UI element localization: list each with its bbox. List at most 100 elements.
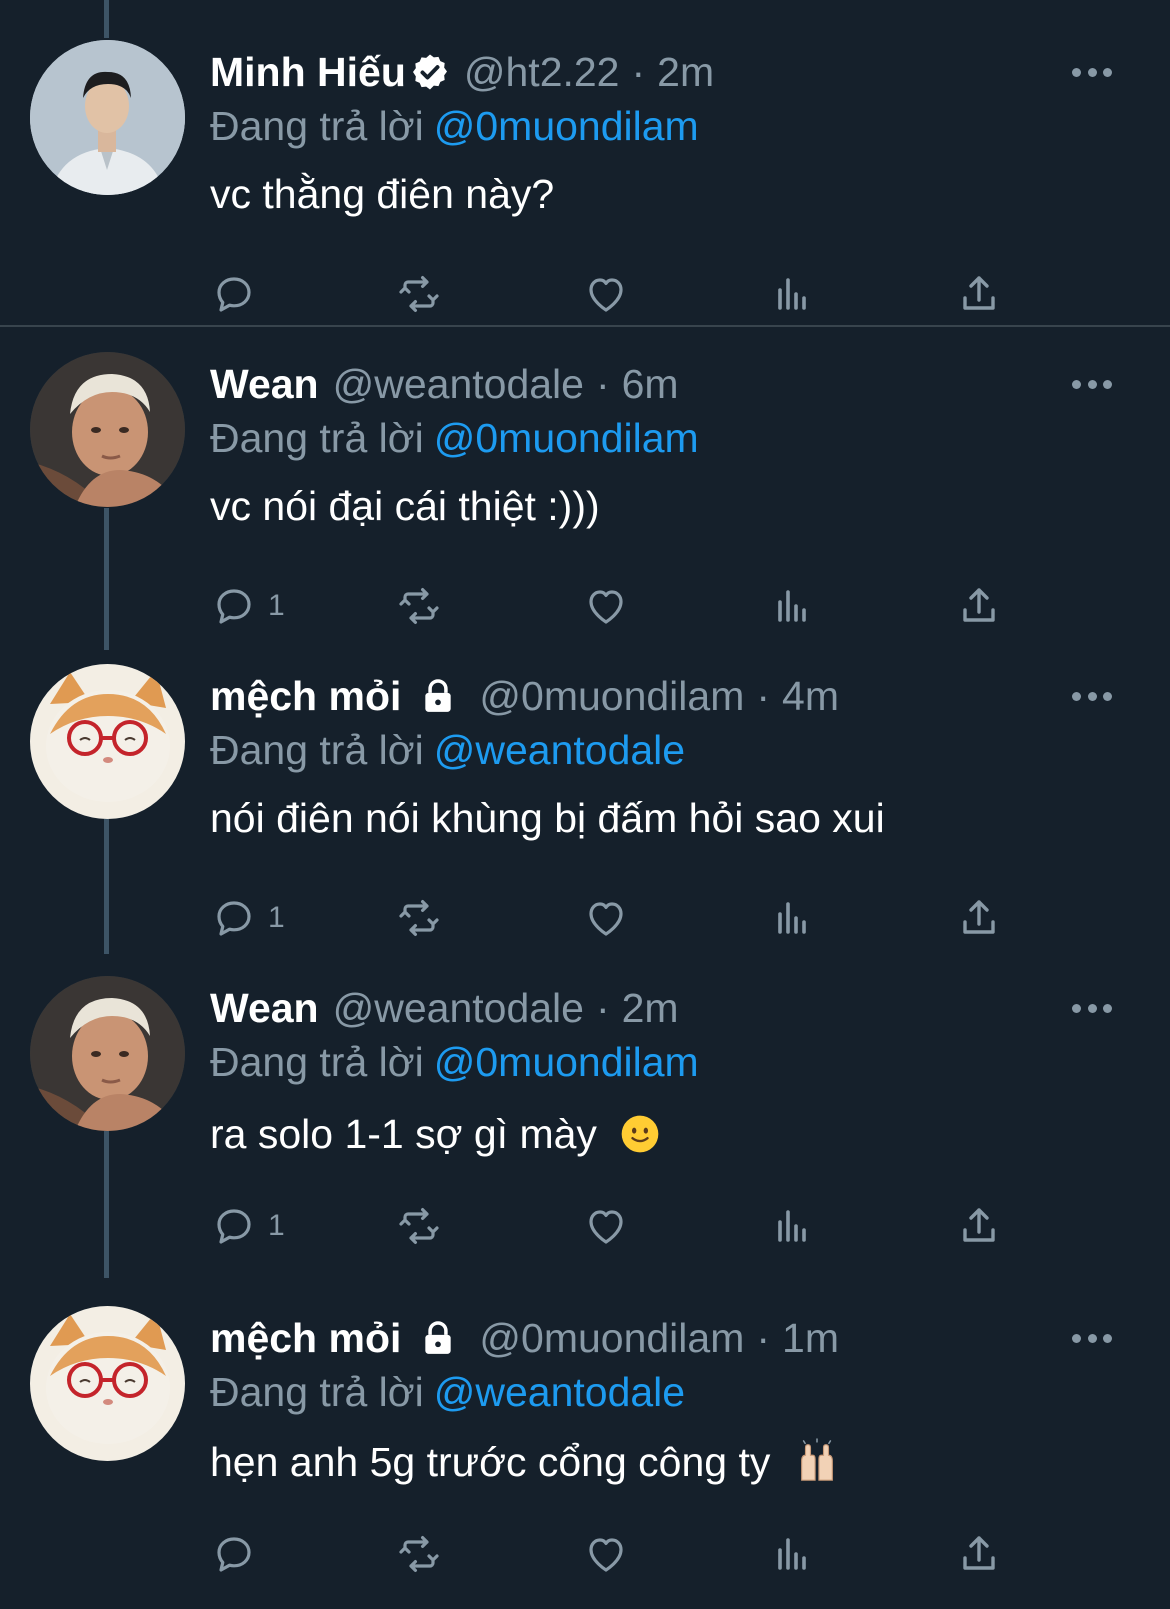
replying-to: Đang trả lời @0muondilam bbox=[210, 98, 699, 154]
mention-link[interactable]: @0muondilam bbox=[434, 415, 699, 461]
separator-dot: · bbox=[631, 49, 646, 95]
reply-button[interactable] bbox=[210, 266, 268, 322]
mention-link[interactable]: @0muondilam bbox=[434, 1039, 699, 1085]
timestamp[interactable]: 6m bbox=[622, 356, 679, 412]
handle[interactable]: @weantodale bbox=[333, 356, 584, 412]
reply-bubble-icon bbox=[217, 1537, 251, 1572]
reply-prefix: Đang trả lời bbox=[210, 727, 424, 773]
heart-icon bbox=[589, 590, 623, 624]
tweet-text-row: hẹn anh 5g trước cổng công ty bbox=[210, 1432, 840, 1492]
retweet-button[interactable] bbox=[395, 266, 443, 322]
share-button[interactable] bbox=[955, 1198, 1003, 1254]
analytics-bars-icon bbox=[778, 278, 806, 310]
display-name[interactable]: Wean bbox=[210, 356, 319, 412]
reply-button[interactable]: 1 bbox=[210, 1198, 285, 1254]
display-name[interactable]: Wean bbox=[210, 980, 319, 1036]
retweet-icon bbox=[399, 588, 439, 624]
more-dots-icon[interactable] bbox=[1072, 690, 1112, 702]
separator-dot: · bbox=[595, 985, 610, 1031]
separator-dot: · bbox=[756, 673, 771, 719]
views-button[interactable] bbox=[768, 1198, 816, 1254]
share-button[interactable] bbox=[955, 578, 1003, 634]
reply-bubble-icon bbox=[217, 589, 251, 624]
like-button[interactable] bbox=[582, 578, 630, 634]
analytics-bars-icon bbox=[778, 590, 806, 622]
action-bar: 1 bbox=[210, 890, 1040, 946]
display-name[interactable]: Minh Hiếu bbox=[210, 44, 406, 100]
timestamp[interactable]: 2m bbox=[657, 44, 714, 100]
thread-line bbox=[104, 812, 109, 954]
mention-link[interactable]: @0muondilam bbox=[434, 103, 699, 149]
tweet-text: ra solo 1-1 sợ gì mày bbox=[210, 1111, 597, 1157]
separator-dot: · bbox=[595, 361, 610, 407]
replying-to: Đang trả lời @weantodale bbox=[210, 1364, 685, 1420]
reply-count: 1 bbox=[268, 901, 285, 934]
more-dots-icon[interactable] bbox=[1072, 66, 1112, 78]
share-button[interactable] bbox=[955, 266, 1003, 322]
handle[interactable]: @0muondilam bbox=[479, 668, 744, 724]
avatar-blond-man-image bbox=[30, 352, 185, 507]
mention-link[interactable]: @weantodale bbox=[434, 727, 685, 773]
share-button[interactable] bbox=[955, 1526, 1003, 1582]
like-button[interactable] bbox=[582, 1198, 630, 1254]
reply-count: 1 bbox=[268, 1209, 285, 1242]
action-bar: 1 bbox=[210, 578, 1040, 634]
views-button[interactable] bbox=[768, 890, 816, 946]
more-dots-icon[interactable] bbox=[1072, 378, 1112, 390]
handle[interactable]: @ht2.22 bbox=[464, 44, 620, 100]
share-upload-icon bbox=[963, 276, 995, 310]
timestamp[interactable]: 1m bbox=[782, 1310, 839, 1366]
thread-divider bbox=[0, 325, 1170, 327]
retweet-button[interactable] bbox=[395, 578, 443, 634]
avatar[interactable] bbox=[30, 1306, 185, 1461]
reply-button[interactable]: 1 bbox=[210, 890, 285, 946]
replying-to: Đang trả lời @0muondilam bbox=[210, 1034, 699, 1090]
more-dots-icon[interactable] bbox=[1072, 1002, 1112, 1014]
mention-link[interactable]: @weantodale bbox=[434, 1369, 685, 1415]
retweet-icon bbox=[399, 1208, 439, 1244]
share-button[interactable] bbox=[955, 890, 1003, 946]
reply-prefix: Đang trả lời bbox=[210, 415, 424, 461]
separator-dot: · bbox=[756, 1315, 771, 1361]
lock-icon bbox=[425, 679, 452, 712]
thread-line-top bbox=[104, 0, 109, 38]
thread-line bbox=[104, 1116, 109, 1278]
action-bar bbox=[210, 266, 1040, 322]
avatar[interactable] bbox=[30, 976, 185, 1131]
reply-prefix: Đang trả lời bbox=[210, 1369, 424, 1415]
reply-prefix: Đang trả lời bbox=[210, 103, 424, 149]
views-button[interactable] bbox=[768, 578, 816, 634]
like-button[interactable] bbox=[582, 1526, 630, 1582]
retweet-button[interactable] bbox=[395, 890, 443, 946]
handle[interactable]: @0muondilam bbox=[479, 1310, 744, 1366]
tweet-text-row: ra solo 1-1 sợ gì mày bbox=[210, 1104, 660, 1164]
share-upload-icon bbox=[963, 900, 995, 934]
avatar[interactable] bbox=[30, 664, 185, 819]
avatar[interactable] bbox=[30, 352, 185, 507]
timestamp[interactable]: 2m bbox=[622, 980, 679, 1036]
reply-bubble-icon bbox=[217, 901, 251, 936]
lock-icon bbox=[425, 1321, 452, 1354]
replying-to: Đang trả lời @0muondilam bbox=[210, 410, 699, 466]
reply-bubble-icon bbox=[217, 1209, 251, 1244]
handle[interactable]: @weantodale bbox=[333, 980, 584, 1036]
analytics-bars-icon bbox=[778, 1210, 806, 1242]
views-button[interactable] bbox=[768, 1526, 816, 1582]
verified-badge-icon bbox=[412, 54, 447, 90]
reply-button[interactable] bbox=[210, 1526, 268, 1582]
retweet-button[interactable] bbox=[395, 1526, 443, 1582]
display-name[interactable]: mệch mỏi bbox=[210, 668, 401, 724]
analytics-bars-icon bbox=[778, 902, 806, 934]
like-button[interactable] bbox=[582, 266, 630, 322]
avatar[interactable] bbox=[30, 40, 185, 195]
more-dots-icon[interactable] bbox=[1072, 1332, 1112, 1344]
retweet-button[interactable] bbox=[395, 1198, 443, 1254]
views-button[interactable] bbox=[768, 266, 816, 322]
display-name[interactable]: mệch mỏi bbox=[210, 1310, 401, 1366]
tweet-text: hẹn anh 5g trước cổng công ty bbox=[210, 1439, 771, 1485]
heart-icon bbox=[589, 278, 623, 312]
like-button[interactable] bbox=[582, 890, 630, 946]
timestamp[interactable]: 4m bbox=[782, 668, 839, 724]
reply-button[interactable]: 1 bbox=[210, 578, 285, 634]
tweet-text: vc thằng điên này? bbox=[210, 171, 555, 217]
